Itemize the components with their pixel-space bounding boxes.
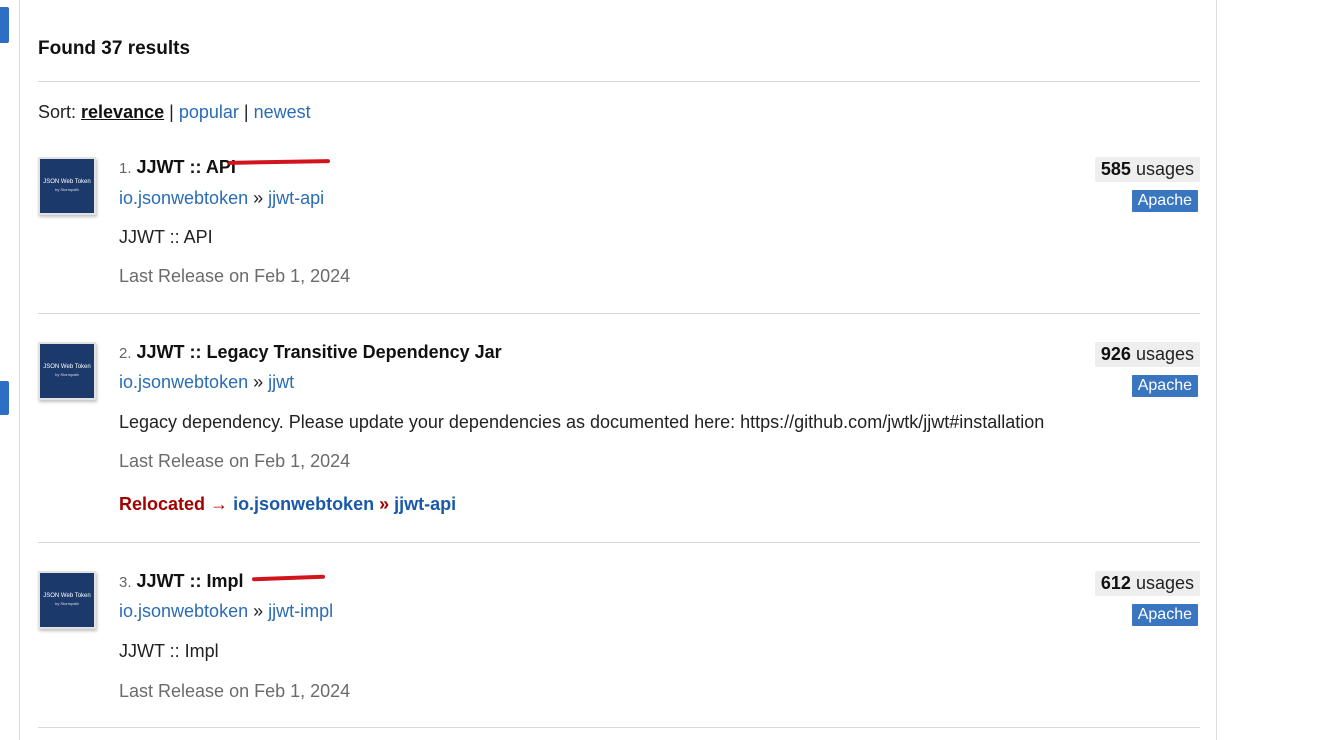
relocated-arrow-icon: → [210,494,229,514]
license-badge[interactable]: Apache [1131,190,1198,212]
sort-option-popular[interactable]: popular [179,102,239,122]
result-title: 1. JJWT :: API [119,157,236,178]
usages-label: usages [1135,159,1194,179]
logo-subtext: by Stormpath [55,187,79,192]
divider [38,313,1200,314]
content-border-left [19,0,20,740]
result-index: 1. [119,160,132,177]
sort-bar: Sort: relevance | popular | newest [38,102,311,123]
coordinate-separator: » [253,372,264,392]
artifact-logo[interactable]: JSON Web Token by Stormpath [38,157,96,215]
logo-subtext: by Stormpath [55,601,79,606]
result-item: JSON Web Token by Stormpath 2. JJWT :: L… [38,342,1200,522]
result-description: Legacy dependency. Please update your de… [119,412,1045,432]
result-index: 2. [119,345,132,362]
divider [38,81,1200,82]
usages-badge: 612 usages [1094,571,1200,596]
group-id-link[interactable]: io.jsonwebtoken [119,188,248,208]
license-badge[interactable]: Apache [1131,604,1198,626]
result-description: JJWT :: API [119,227,213,247]
result-item: JSON Web Token by Stormpath 3. JJWT :: I… [38,571,1200,711]
relocated-label: Relocated [119,494,206,514]
scroll-marker-top [0,7,9,43]
coordinate-separator: » [253,601,264,621]
result-coordinates: io.jsonwebtoken » jjwt-api [119,188,324,209]
divider [38,727,1200,728]
sort-option-relevance[interactable]: relevance [81,102,164,122]
logo-subtext: by Stormpath [55,372,79,377]
usages-label: usages [1135,344,1194,364]
relocation-notice: Relocated → io.jsonwebtoken » jjwt-api [119,494,456,515]
relocated-separator: » [379,494,390,514]
artifact-id-link[interactable]: jjwt-api [268,188,324,208]
usages-badge: 926 usages [1094,342,1200,367]
artifact-id-link[interactable]: jjwt [268,372,294,392]
last-release: Last Release on Feb 1, 2024 [119,266,351,286]
results-count-heading: Found 37 results [38,38,191,59]
relocated-group-link[interactable]: io.jsonwebtoken [233,494,374,514]
group-id-link[interactable]: io.jsonwebtoken [119,372,248,392]
usages-badge: 585 usages [1094,157,1200,182]
scroll-marker-middle [0,381,9,415]
logo-text: JSON Web Token [43,179,91,185]
result-coordinates: io.jsonwebtoken » jjwt [119,372,294,393]
result-title-link[interactable]: JJWT :: API [137,157,236,177]
logo-text: JSON Web Token [43,364,91,370]
result-title: 2. JJWT :: Legacy Transitive Dependency … [119,342,502,363]
sort-option-newest[interactable]: newest [254,102,311,122]
artifact-logo[interactable]: JSON Web Token by Stormpath [38,342,96,400]
result-title-link[interactable]: JJWT :: Impl [137,571,244,591]
usages-count: 612 [1100,573,1131,593]
relocated-artifact-link[interactable]: jjwt-api [394,494,456,514]
coordinate-separator: » [253,188,264,208]
result-title: 3. JJWT :: Impl [119,571,244,592]
result-description: JJWT :: Impl [119,641,219,661]
artifact-id-link[interactable]: jjwt-impl [268,601,333,621]
divider [38,542,1200,543]
group-id-link[interactable]: io.jsonwebtoken [119,601,248,621]
result-item: JSON Web Token by Stormpath 1. JJWT :: A… [38,157,1200,297]
sort-separator: | [169,102,174,122]
artifact-logo[interactable]: JSON Web Token by Stormpath [38,571,96,629]
usages-label: usages [1135,573,1194,593]
sort-label: Sort: [38,102,77,122]
last-release: Last Release on Feb 1, 2024 [119,681,351,701]
sort-separator: | [243,102,249,122]
last-release: Last Release on Feb 1, 2024 [119,451,351,471]
usages-count: 585 [1100,159,1131,179]
result-coordinates: io.jsonwebtoken » jjwt-impl [119,601,333,622]
logo-text: JSON Web Token [43,593,91,599]
license-badge[interactable]: Apache [1131,375,1198,397]
usages-count: 926 [1100,344,1131,364]
result-index: 3. [119,574,132,591]
content-border-right [1216,0,1217,740]
result-title-link[interactable]: JJWT :: Legacy Transitive Dependency Jar [137,342,502,362]
